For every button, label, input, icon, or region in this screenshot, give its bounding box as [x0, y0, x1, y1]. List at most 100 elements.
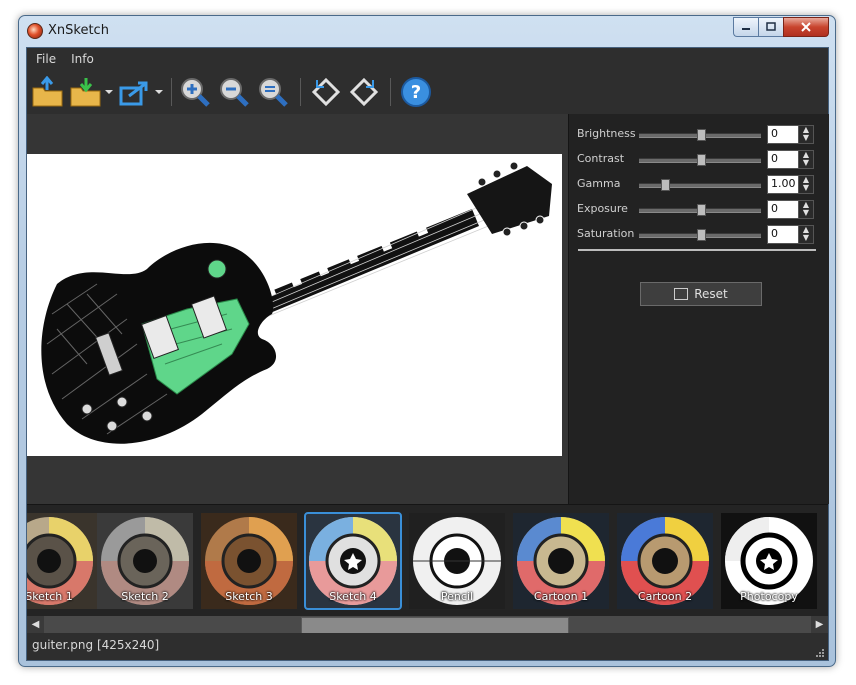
contrast-value: 0	[771, 152, 778, 165]
minimize-icon	[742, 28, 750, 30]
zoom-out-button[interactable]	[217, 76, 251, 108]
save-icon	[70, 78, 101, 107]
rotate-right-icon	[349, 77, 379, 107]
gamma-label: Gamma	[577, 177, 621, 190]
scroll-left-icon: ◀	[31, 619, 40, 630]
open-button[interactable]	[31, 75, 65, 108]
scroll-right-button[interactable]: ▶	[811, 616, 828, 633]
open-icon	[32, 75, 63, 107]
reset-label: Reset	[694, 287, 728, 301]
zoom-in-button[interactable]	[178, 76, 212, 108]
saturation-slider-thumb[interactable]	[697, 229, 706, 241]
maximize-button[interactable]	[758, 17, 783, 37]
guitar-image	[41, 161, 552, 444]
toolbar-separator	[390, 78, 391, 106]
preset-cartoon-2[interactable]: Cartoon 2	[617, 513, 713, 609]
preset-scrollbar[interactable]: ◀ ▶	[27, 616, 828, 634]
scroll-left-button[interactable]: ◀	[27, 616, 44, 633]
toolbar-separator	[171, 78, 172, 106]
rotate-left-button[interactable]	[309, 76, 343, 108]
preset-sketch-4[interactable]: Sketch 4	[304, 512, 402, 610]
preset-cartoon-1[interactable]: Cartoon 1	[513, 513, 609, 609]
app-window: XnSketch File Info ? Brightness 0 ▲ ▼ Co…	[18, 15, 836, 667]
zoom-fit-icon	[259, 78, 288, 107]
adjustment-row-gamma: Gamma 1.00 ▲ ▼	[569, 174, 829, 194]
preset-label: Photocopy	[740, 590, 798, 603]
exposure-spin-arrows[interactable]: ▲ ▼	[798, 201, 813, 218]
save-dropdown-icon[interactable]	[105, 90, 113, 94]
gamma-spin-arrows[interactable]: ▲ ▼	[798, 176, 813, 193]
preset-photocopy[interactable]: Photocopy	[721, 513, 817, 609]
preset-label: Pencil	[440, 590, 474, 603]
preset-label: Cartoon 1	[533, 590, 589, 603]
brightness-slider-thumb[interactable]	[697, 129, 706, 141]
brightness-spin-arrows[interactable]: ▲ ▼	[798, 126, 813, 143]
adjustments-panel: Brightness 0 ▲ ▼ Contrast 0 ▲ ▼ Gamma 1.…	[568, 114, 829, 504]
preset-strip: Sketch 1 Sketch 2 Sketch 3 Sketch 4 Penc…	[27, 504, 828, 617]
scrollbar-thumb[interactable]	[301, 617, 569, 634]
preset-label: Sketch 4	[329, 590, 377, 603]
gamma-slider[interactable]	[639, 183, 761, 188]
gamma-slider-thumb[interactable]	[661, 179, 670, 191]
app-icon	[27, 23, 43, 39]
contrast-label: Contrast	[577, 152, 625, 165]
preset-label: Cartoon 2	[637, 590, 693, 603]
save-button[interactable]	[69, 76, 113, 108]
close-icon	[801, 22, 811, 32]
preset-label: Sketch 3	[225, 590, 273, 603]
adjustment-row-saturation: Saturation 0 ▲ ▼	[569, 224, 829, 244]
gamma-value: 1.00	[771, 177, 796, 190]
zoom-fit-button[interactable]	[256, 76, 290, 108]
image-preview[interactable]	[27, 154, 562, 456]
zoom-out-icon	[220, 78, 249, 107]
status-file-info: guiter.png [425x240]	[32, 638, 160, 652]
minimize-button[interactable]	[733, 17, 758, 37]
menu-file[interactable]: File	[30, 52, 62, 66]
rotate-left-icon	[311, 77, 341, 107]
rotate-right-button[interactable]	[347, 76, 381, 108]
zoom-in-icon	[181, 78, 210, 107]
reset-icon	[674, 288, 689, 300]
status-bar: guiter.png [425x240]	[27, 633, 828, 660]
exposure-spinbox[interactable]: 0 ▲ ▼	[767, 200, 814, 219]
adjustment-row-brightness: Brightness 0 ▲ ▼	[569, 124, 829, 144]
adjustment-row-exposure: Exposure 0 ▲ ▼	[569, 199, 829, 219]
exposure-label: Exposure	[577, 202, 628, 215]
help-button[interactable]: ?	[399, 76, 433, 108]
preset-pencil[interactable]: Pencil	[409, 513, 505, 609]
export-icon	[119, 81, 148, 106]
saturation-spinbox[interactable]: 0 ▲ ▼	[767, 225, 814, 244]
brightness-spinbox[interactable]: 0 ▲ ▼	[767, 125, 814, 144]
window-title: XnSketch	[48, 23, 109, 38]
export-dropdown-icon[interactable]	[155, 90, 163, 94]
scroll-right-icon: ▶	[815, 619, 824, 630]
preset-sketch-2[interactable]: Sketch 2	[97, 513, 193, 609]
saturation-spin-arrows[interactable]: ▲ ▼	[798, 226, 813, 243]
export-button[interactable]	[117, 76, 163, 108]
gamma-spinbox[interactable]: 1.00 ▲ ▼	[767, 175, 814, 194]
canvas-area[interactable]	[27, 114, 568, 504]
client-area: File Info ? Brightness 0 ▲ ▼ Contrast 0 …	[26, 47, 829, 661]
title-bar[interactable]: XnSketch	[19, 16, 835, 48]
panel-divider	[578, 249, 816, 251]
maximize-icon	[766, 22, 776, 31]
toolbar: ?	[27, 70, 828, 114]
menu-bar: File Info	[27, 48, 828, 70]
contrast-spinbox[interactable]: 0 ▲ ▼	[767, 150, 814, 169]
preset-sketch-1[interactable]: Sketch 1	[27, 513, 97, 609]
brightness-label: Brightness	[577, 127, 636, 140]
exposure-slider-thumb[interactable]	[697, 204, 706, 216]
saturation-label: Saturation	[577, 227, 635, 240]
reset-button[interactable]: Reset	[640, 282, 762, 306]
toolbar-separator	[300, 78, 301, 106]
preset-label: Sketch 1	[27, 590, 73, 603]
contrast-slider-thumb[interactable]	[697, 154, 706, 166]
contrast-spin-arrows[interactable]: ▲ ▼	[798, 151, 813, 168]
close-button[interactable]	[783, 17, 829, 37]
menu-info[interactable]: Info	[65, 52, 100, 66]
help-icon: ?	[401, 77, 431, 107]
saturation-value: 0	[771, 227, 778, 240]
brightness-value: 0	[771, 127, 778, 140]
preset-sketch-3[interactable]: Sketch 3	[201, 513, 297, 609]
resize-grip-icon[interactable]	[814, 647, 824, 657]
